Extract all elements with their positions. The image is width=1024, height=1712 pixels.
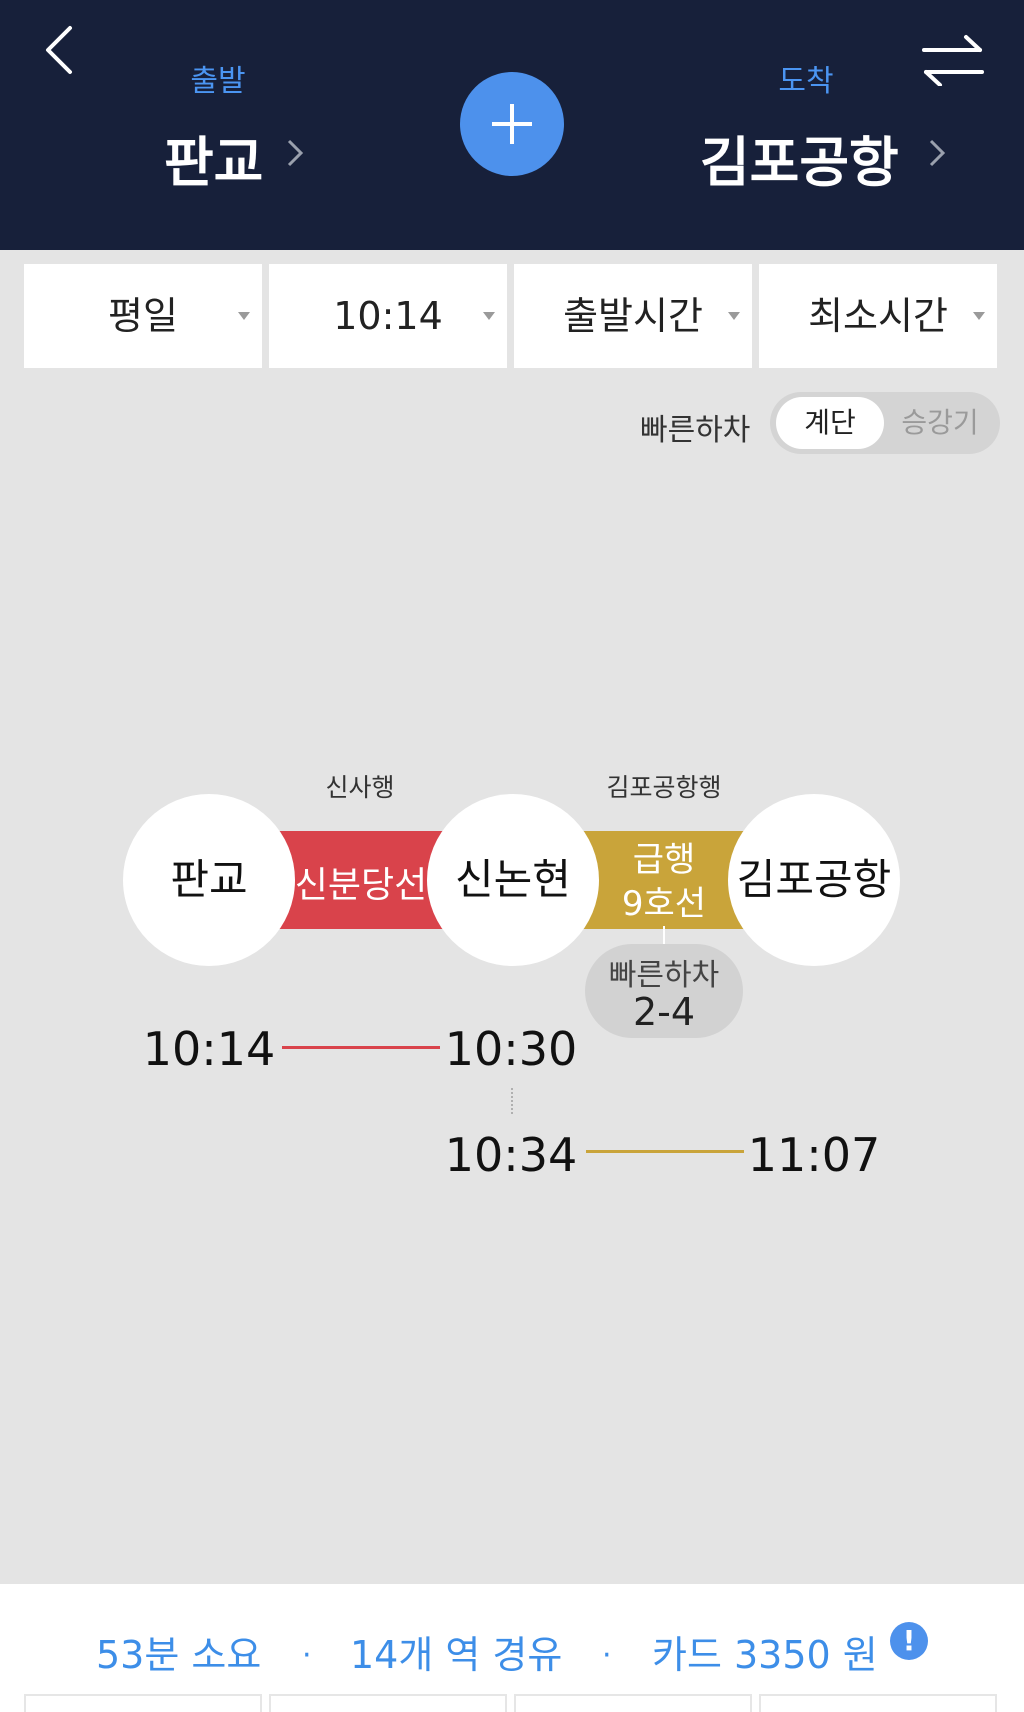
- station-name: 김포공항: [736, 855, 892, 904]
- total-duration: 53분 소요: [96, 1633, 262, 1677]
- option-tab[interactable]: [269, 1694, 507, 1712]
- fast-alight-label: 빠른하차: [640, 413, 751, 448]
- sort-dropdown[interactable]: 최소시간: [759, 264, 997, 368]
- chevron-left-icon[interactable]: [34, 22, 94, 82]
- arrive-time: 11:07: [747, 1128, 881, 1182]
- add-waypoint-button[interactable]: [460, 72, 564, 176]
- filter-bar: 평일 10:14 출발시간 최소시간: [24, 264, 1000, 368]
- toggle-option-elevator[interactable]: 승강기: [886, 397, 994, 449]
- chevron-right-icon: [929, 139, 946, 167]
- info-icon[interactable]: !: [890, 1622, 928, 1660]
- separator: ·: [302, 1638, 312, 1673]
- day-type-value: 평일: [108, 294, 178, 338]
- segment-time-line: [282, 1046, 440, 1049]
- arrival-label: 도착: [778, 64, 834, 99]
- time-dropdown[interactable]: 10:14: [269, 264, 507, 368]
- fast-alight-toggle[interactable]: 계단 승강기: [770, 392, 1000, 454]
- arrival-station[interactable]: 김포공항: [700, 118, 899, 197]
- time-value: 10:14: [333, 294, 443, 338]
- fast-alight-badge-label: 빠른하차: [608, 958, 720, 993]
- caret-down-icon: [973, 312, 985, 320]
- station-name: 신논현: [455, 855, 571, 904]
- departure-label: 출발: [190, 64, 246, 99]
- time-mode-dropdown[interactable]: 출발시간: [514, 264, 752, 368]
- fast-alight-badge: 빠른하차 2-4: [585, 944, 743, 1038]
- option-tab[interactable]: [759, 1694, 997, 1712]
- route-summary: 53분 소요 · 14개 역 경유 · 카드 3350 원: [0, 1584, 1024, 1712]
- station-circle[interactable]: 김포공항: [728, 794, 900, 966]
- day-type-dropdown[interactable]: 평일: [24, 264, 262, 368]
- station-circle[interactable]: 신논현: [427, 794, 599, 966]
- time-mode-value: 출발시간: [563, 294, 703, 338]
- stop-count: 14개 역 경유: [350, 1633, 563, 1677]
- caret-down-icon: [483, 312, 495, 320]
- depart-time: 10:34: [444, 1128, 578, 1182]
- separator: ·: [602, 1638, 612, 1673]
- segment-time-line: [586, 1150, 744, 1153]
- caret-down-icon: [238, 312, 250, 320]
- swap-arrows-icon[interactable]: [918, 34, 988, 86]
- fare: 카드 3350 원: [652, 1633, 878, 1677]
- chevron-right-icon: [287, 139, 304, 167]
- plus-icon: [492, 104, 532, 144]
- route-header: 출발 판교 도착 김포공항: [0, 0, 1024, 250]
- option-tab[interactable]: [514, 1694, 752, 1712]
- transfer-dots: [511, 1088, 513, 1114]
- toggle-option-stairs[interactable]: 계단: [776, 397, 884, 449]
- departure-station[interactable]: 판교: [164, 118, 263, 197]
- depart-time: 10:14: [142, 1022, 276, 1076]
- fast-alight-car: 2-4: [632, 990, 696, 1034]
- sort-value: 최소시간: [808, 294, 948, 338]
- station-circle[interactable]: 판교: [123, 794, 295, 966]
- caret-down-icon: [728, 312, 740, 320]
- arrive-time: 10:30: [444, 1022, 578, 1076]
- station-name: 판교: [170, 855, 248, 904]
- option-tab[interactable]: [24, 1694, 262, 1712]
